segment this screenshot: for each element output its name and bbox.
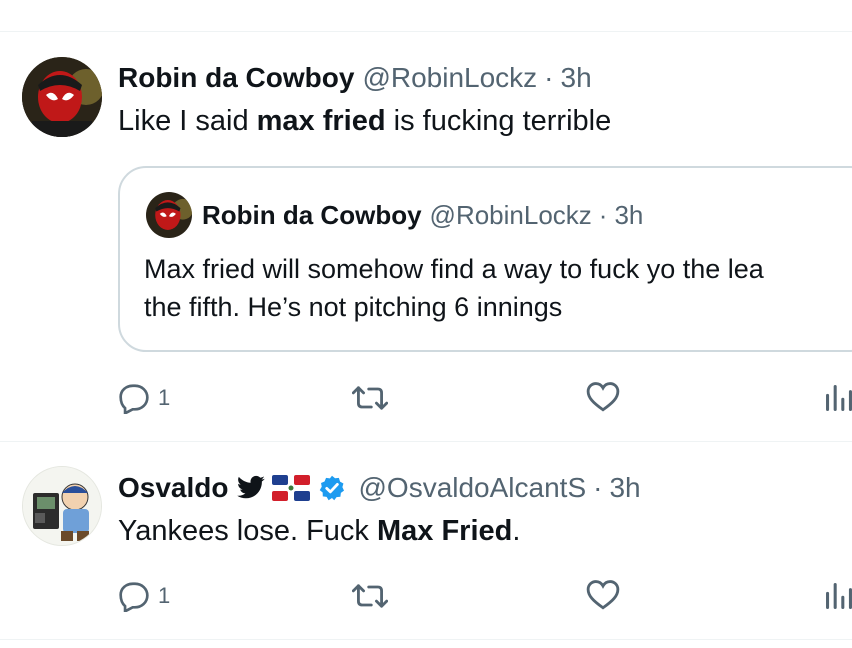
spiderman-avatar-image <box>22 57 102 137</box>
reply-icon <box>119 384 149 414</box>
spiderman-avatar-image <box>146 192 192 238</box>
verified-badge-icon <box>320 475 345 501</box>
reply-button[interactable]: 1 <box>118 382 170 414</box>
tweet-text: Yankees lose. Fuck Max Fried. <box>118 513 520 549</box>
quote-timestamp: 3h <box>614 199 644 230</box>
quote-display-name: Robin da Cowboy <box>202 199 422 230</box>
like-icon <box>586 382 620 412</box>
retweet-icon <box>352 584 388 608</box>
views-button[interactable] <box>824 384 852 412</box>
tweet-text-part: Yankees lose. Fuck <box>118 515 377 547</box>
dominican-flag-icon <box>272 475 311 501</box>
like-icon <box>586 580 620 610</box>
handle[interactable]: @RobinLockz <box>362 62 537 94</box>
cartoon-avatar-image <box>23 467 101 545</box>
divider <box>0 639 852 640</box>
reply-button[interactable]: 1 <box>118 580 170 612</box>
quote-text-line: Max fried will somehow find a way to fuc… <box>144 254 764 284</box>
timestamp[interactable]: 3h <box>561 62 592 94</box>
handle[interactable]: @OsvaldoAlcantS <box>358 472 586 504</box>
tweet-header: Robin da Cowboy @RobinLockz · 3h <box>118 60 592 96</box>
display-name[interactable]: Robin da Cowboy <box>118 62 354 94</box>
reply-count: 1 <box>158 385 171 410</box>
avatar[interactable] <box>22 466 102 546</box>
twitter-bird-icon <box>237 475 266 499</box>
like-button[interactable] <box>586 579 620 611</box>
divider <box>0 31 852 32</box>
tweet-text-bold: Max Fried <box>376 515 513 547</box>
separator: · <box>598 199 608 230</box>
quote-header: Robin da Cowboy @RobinLockz · 3h <box>202 198 643 232</box>
quote-avatar <box>146 192 192 238</box>
views-icon <box>826 583 852 609</box>
separator: · <box>593 472 603 503</box>
quoted-tweet-card[interactable]: Robin da Cowboy @RobinLockz · 3h Max fri… <box>118 166 852 352</box>
retweet-button[interactable] <box>352 383 388 413</box>
divider <box>0 441 852 442</box>
reply-count: 1 <box>158 583 171 608</box>
tweet-text-bold: max fried <box>256 105 386 137</box>
views-button[interactable] <box>824 582 852 610</box>
quote-handle: @RobinLockz <box>429 199 592 230</box>
tweet-text-part: is fucking terrible <box>385 105 612 137</box>
tweet-text-part: Like I said <box>118 105 257 137</box>
retweet-button[interactable] <box>352 581 388 611</box>
reply-icon <box>119 582 149 612</box>
timestamp[interactable]: 3h <box>609 472 640 504</box>
tweet-text-part: . <box>512 515 521 547</box>
avatar[interactable] <box>22 57 102 137</box>
like-button[interactable] <box>586 381 620 413</box>
quote-text-line: the fifth. He’s not pitching 6 innings <box>144 292 563 322</box>
tweet-text: Like I said max fried is fucking terribl… <box>118 103 611 139</box>
views-icon <box>826 385 852 411</box>
tweet-header: Osvaldo @OsvaldoAlcantS · 3h <box>118 470 641 506</box>
display-name[interactable]: Osvaldo <box>118 472 228 504</box>
retweet-icon <box>352 386 388 410</box>
separator: · <box>544 62 554 93</box>
